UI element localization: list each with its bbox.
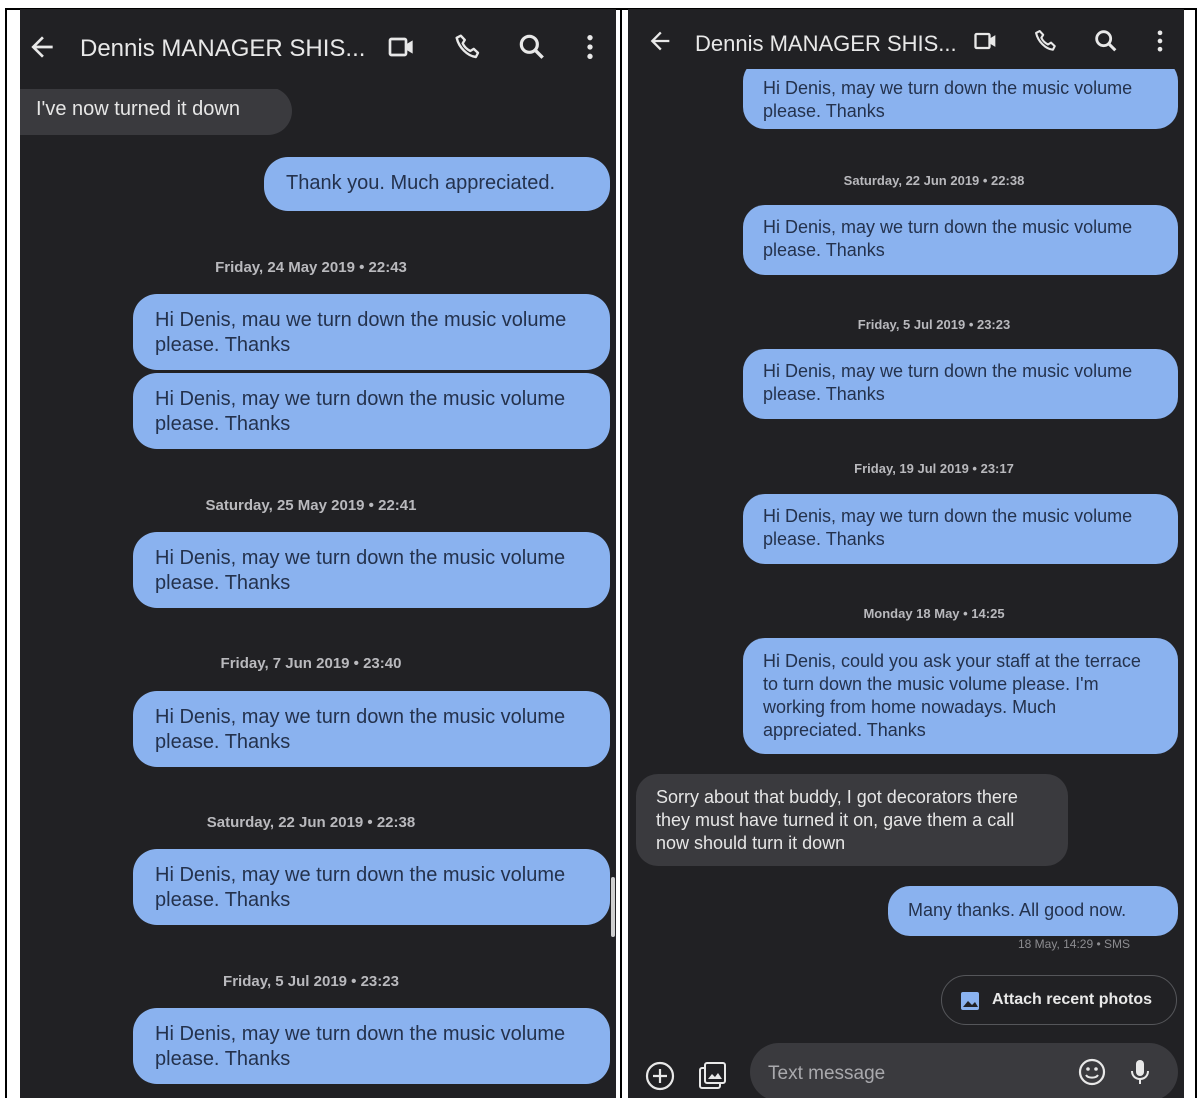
add-icon[interactable] bbox=[644, 1060, 676, 1092]
gallery-icon[interactable] bbox=[696, 1060, 728, 1092]
message-received[interactable]: Sorry about that buddy, I got decorators… bbox=[636, 774, 1068, 866]
phone-icon[interactable] bbox=[452, 31, 484, 63]
message-sent[interactable]: Hi Denis, may we turn down the music vol… bbox=[133, 373, 610, 449]
date-separator: Friday, 5 Jul 2019 • 23:23 bbox=[857, 317, 1011, 332]
attach-recent-photos-button[interactable]: Attach recent photos bbox=[941, 975, 1177, 1025]
date-separator: Monday 18 May • 14:25 bbox=[863, 606, 1005, 621]
scrollbar-thumb[interactable] bbox=[611, 877, 615, 937]
search-icon[interactable] bbox=[516, 31, 548, 63]
right-conversation-screen: Hi Denis, may we turn down the music vol… bbox=[628, 9, 1184, 1098]
mic-icon[interactable] bbox=[1124, 1056, 1156, 1088]
date-separator: Friday, 5 Jul 2019 • 23:23 bbox=[223, 973, 399, 990]
message-sent[interactable]: Hi Denis, mau we turn down the music vol… bbox=[133, 294, 610, 370]
frame-left-line bbox=[5, 8, 7, 1098]
photo-icon bbox=[960, 991, 980, 1011]
message-sent[interactable]: Hi Denis, may we turn down the music vol… bbox=[133, 1008, 610, 1084]
message-sent[interactable]: Hi Denis, may we turn down the music vol… bbox=[743, 494, 1178, 564]
message-sent[interactable]: Thank you. Much appreciated. bbox=[264, 157, 610, 211]
date-separator: Saturday, 25 May 2019 • 22:41 bbox=[205, 497, 417, 514]
video-call-icon[interactable] bbox=[386, 31, 418, 63]
contact-name: Dennis MANAGER SHIS... bbox=[80, 35, 366, 62]
left-conversation-screen: Dennis MANAGER SHIS... I've now turned i… bbox=[20, 9, 616, 1098]
search-icon[interactable] bbox=[1092, 27, 1120, 55]
date-separator: Friday, 7 Jun 2019 • 23:40 bbox=[220, 655, 402, 672]
conversation-header: Dennis MANAGER SHIS... bbox=[20, 9, 616, 89]
date-separator: Saturday, 22 Jun 2019 • 22:38 bbox=[206, 814, 416, 831]
more-vert-icon[interactable] bbox=[1146, 27, 1174, 55]
back-arrow-icon[interactable] bbox=[646, 27, 674, 55]
date-separator: Friday, 19 Jul 2019 • 23:17 bbox=[854, 461, 1014, 476]
more-vert-icon[interactable] bbox=[574, 31, 606, 63]
message-meta: 18 May, 14:29 • SMS bbox=[1018, 937, 1131, 951]
video-call-icon[interactable] bbox=[972, 27, 1000, 55]
attach-recent-photos-label: Attach recent photos bbox=[992, 991, 1153, 1008]
back-arrow-icon[interactable] bbox=[26, 31, 58, 63]
date-separator: Saturday, 22 Jun 2019 • 22:38 bbox=[843, 173, 1025, 188]
message-sent[interactable]: Hi Denis, could you ask your staff at th… bbox=[743, 638, 1178, 754]
message-sent[interactable]: Hi Denis, may we turn down the music vol… bbox=[743, 349, 1178, 419]
message-sent[interactable]: Hi Denis, may we turn down the music vol… bbox=[133, 849, 610, 925]
message-received[interactable]: I've now turned it down bbox=[20, 87, 292, 135]
frame-mid-line bbox=[620, 8, 622, 1098]
message-sent[interactable]: Hi Denis, may we turn down the music vol… bbox=[743, 59, 1178, 129]
contact-name: Dennis MANAGER SHIS... bbox=[695, 31, 957, 56]
date-separator: Friday, 24 May 2019 • 22:43 bbox=[215, 259, 407, 276]
text-message-placeholder: Text message bbox=[768, 1063, 886, 1084]
emoji-icon[interactable] bbox=[1076, 1056, 1108, 1088]
phone-icon[interactable] bbox=[1032, 27, 1060, 55]
frame-right-line bbox=[1195, 8, 1197, 1098]
message-sent[interactable]: Hi Denis, may we turn down the music vol… bbox=[133, 691, 610, 767]
conversation-header: Dennis MANAGER SHIS... bbox=[628, 9, 1184, 69]
message-sent[interactable]: Hi Denis, may we turn down the music vol… bbox=[743, 205, 1178, 275]
message-sent[interactable]: Many thanks. All good now. bbox=[888, 886, 1178, 936]
message-sent[interactable]: Hi Denis, may we turn down the music vol… bbox=[133, 532, 610, 608]
compose-field[interactable]: Text message bbox=[750, 1043, 1178, 1098]
